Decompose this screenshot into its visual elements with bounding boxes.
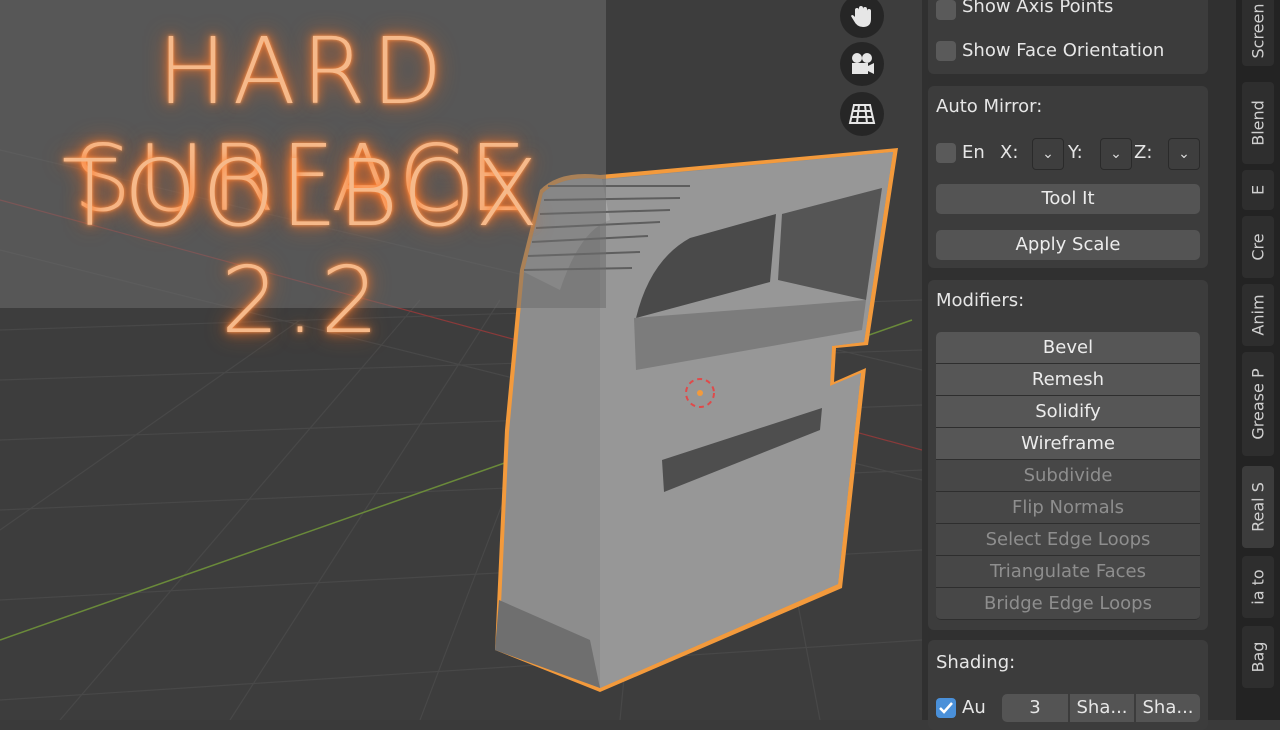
shading-value-field[interactable]: 3 bbox=[1002, 694, 1068, 722]
tab-label: Grease P bbox=[1248, 368, 1268, 440]
check-icon bbox=[939, 702, 953, 714]
tab-label: ia to bbox=[1248, 569, 1268, 605]
mirror-x-dropdown[interactable]: ⌄ bbox=[1032, 138, 1064, 170]
mirror-y-dropdown[interactable]: ⌄ bbox=[1100, 138, 1132, 170]
tab-label: Real S bbox=[1248, 482, 1268, 532]
remesh-button[interactable]: Remesh bbox=[936, 364, 1200, 396]
show-axis-points-label: Show Axis Points bbox=[962, 0, 1114, 17]
auto-smooth-checkbox[interactable] bbox=[936, 698, 956, 718]
auto-mirror-enable-label: En bbox=[962, 142, 985, 163]
apply-scale-button[interactable]: Apply Scale bbox=[936, 230, 1200, 260]
modifiers-heading: Modifiers: bbox=[936, 290, 1025, 311]
bridge-edge-loops-button[interactable]: Bridge Edge Loops bbox=[936, 588, 1200, 620]
show-face-orientation-label: Show Face Orientation bbox=[962, 40, 1165, 61]
mirror-y-label: Y: bbox=[1068, 142, 1083, 163]
tab-grease-pencil[interactable]: Grease P bbox=[1242, 352, 1274, 456]
tab-cre[interactable]: Cre bbox=[1242, 216, 1274, 278]
mirror-x-label: X: bbox=[1000, 142, 1019, 163]
chevron-down-icon: ⌄ bbox=[1110, 146, 1122, 162]
shade-button-2[interactable]: Sha... bbox=[1136, 694, 1200, 722]
show-face-orientation-checkbox[interactable] bbox=[936, 41, 956, 61]
solidify-button[interactable]: Solidify bbox=[936, 396, 1200, 428]
shading-heading: Shading: bbox=[936, 652, 1016, 673]
banner-title-line-2: TOOLBOX 2.2 bbox=[61, 140, 545, 354]
shade-button-1[interactable]: Sha... bbox=[1070, 694, 1134, 722]
tab-label: Anim bbox=[1248, 294, 1268, 336]
tab-label: Bag bbox=[1248, 641, 1268, 673]
sidebar-tabs: Screen Blend E Cre Anim Grease P Real S … bbox=[1236, 0, 1280, 720]
chevron-down-icon: ⌄ bbox=[1178, 146, 1190, 162]
tab-label: Screen bbox=[1248, 3, 1268, 59]
show-axis-points-checkbox[interactable] bbox=[936, 0, 956, 20]
auto-smooth-label: Au bbox=[962, 697, 986, 718]
wireframe-button[interactable]: Wireframe bbox=[936, 428, 1200, 460]
flip-normals-button[interactable]: Flip Normals bbox=[936, 492, 1200, 524]
grid-icon[interactable] bbox=[840, 92, 884, 136]
tab-blend[interactable]: Blend bbox=[1242, 82, 1274, 164]
chevron-down-icon: ⌄ bbox=[1042, 146, 1054, 162]
auto-mirror-heading: Auto Mirror: bbox=[936, 96, 1043, 117]
bevel-button[interactable]: Bevel bbox=[936, 332, 1200, 364]
modifiers-panel: Modifiers: Bevel Remesh Solidify Wirefra… bbox=[928, 280, 1208, 630]
tab-label: Cre bbox=[1248, 233, 1268, 261]
mirror-z-label: Z: bbox=[1134, 142, 1153, 163]
shading-panel: Shading: Au 3 Sha... Sha... bbox=[928, 640, 1208, 730]
tab-screen[interactable]: Screen bbox=[1242, 0, 1274, 66]
triangulate-faces-button[interactable]: Triangulate Faces bbox=[936, 556, 1200, 588]
sidebar-panel: Show Axis Points Show Face Orientation A… bbox=[922, 0, 1236, 730]
select-edge-loops-button[interactable]: Select Edge Loops bbox=[936, 524, 1200, 556]
auto-mirror-panel: Auto Mirror: En X: ⌄ Y: ⌄ Z: ⌄ Tool It A… bbox=[928, 86, 1208, 268]
camera-icon[interactable] bbox=[840, 42, 884, 86]
tab-bag[interactable]: Bag bbox=[1242, 626, 1274, 688]
tab-e[interactable]: E bbox=[1242, 170, 1274, 210]
auto-mirror-enable-checkbox[interactable] bbox=[936, 143, 956, 163]
tab-real-s[interactable]: Real S bbox=[1242, 466, 1274, 548]
subdivide-button[interactable]: Subdivide bbox=[936, 460, 1200, 492]
3d-viewport[interactable]: HARD SURFACE TOOLBOX 2.2 bbox=[0, 0, 922, 720]
tab-ia-to[interactable]: ia to bbox=[1242, 556, 1274, 618]
tool-it-button[interactable]: Tool It bbox=[936, 184, 1200, 214]
tab-label: Blend bbox=[1248, 100, 1268, 146]
overlays-panel: Show Axis Points Show Face Orientation bbox=[928, 0, 1208, 74]
mirror-z-dropdown[interactable]: ⌄ bbox=[1168, 138, 1200, 170]
tab-label: E bbox=[1248, 184, 1268, 196]
tab-anim[interactable]: Anim bbox=[1242, 284, 1274, 346]
